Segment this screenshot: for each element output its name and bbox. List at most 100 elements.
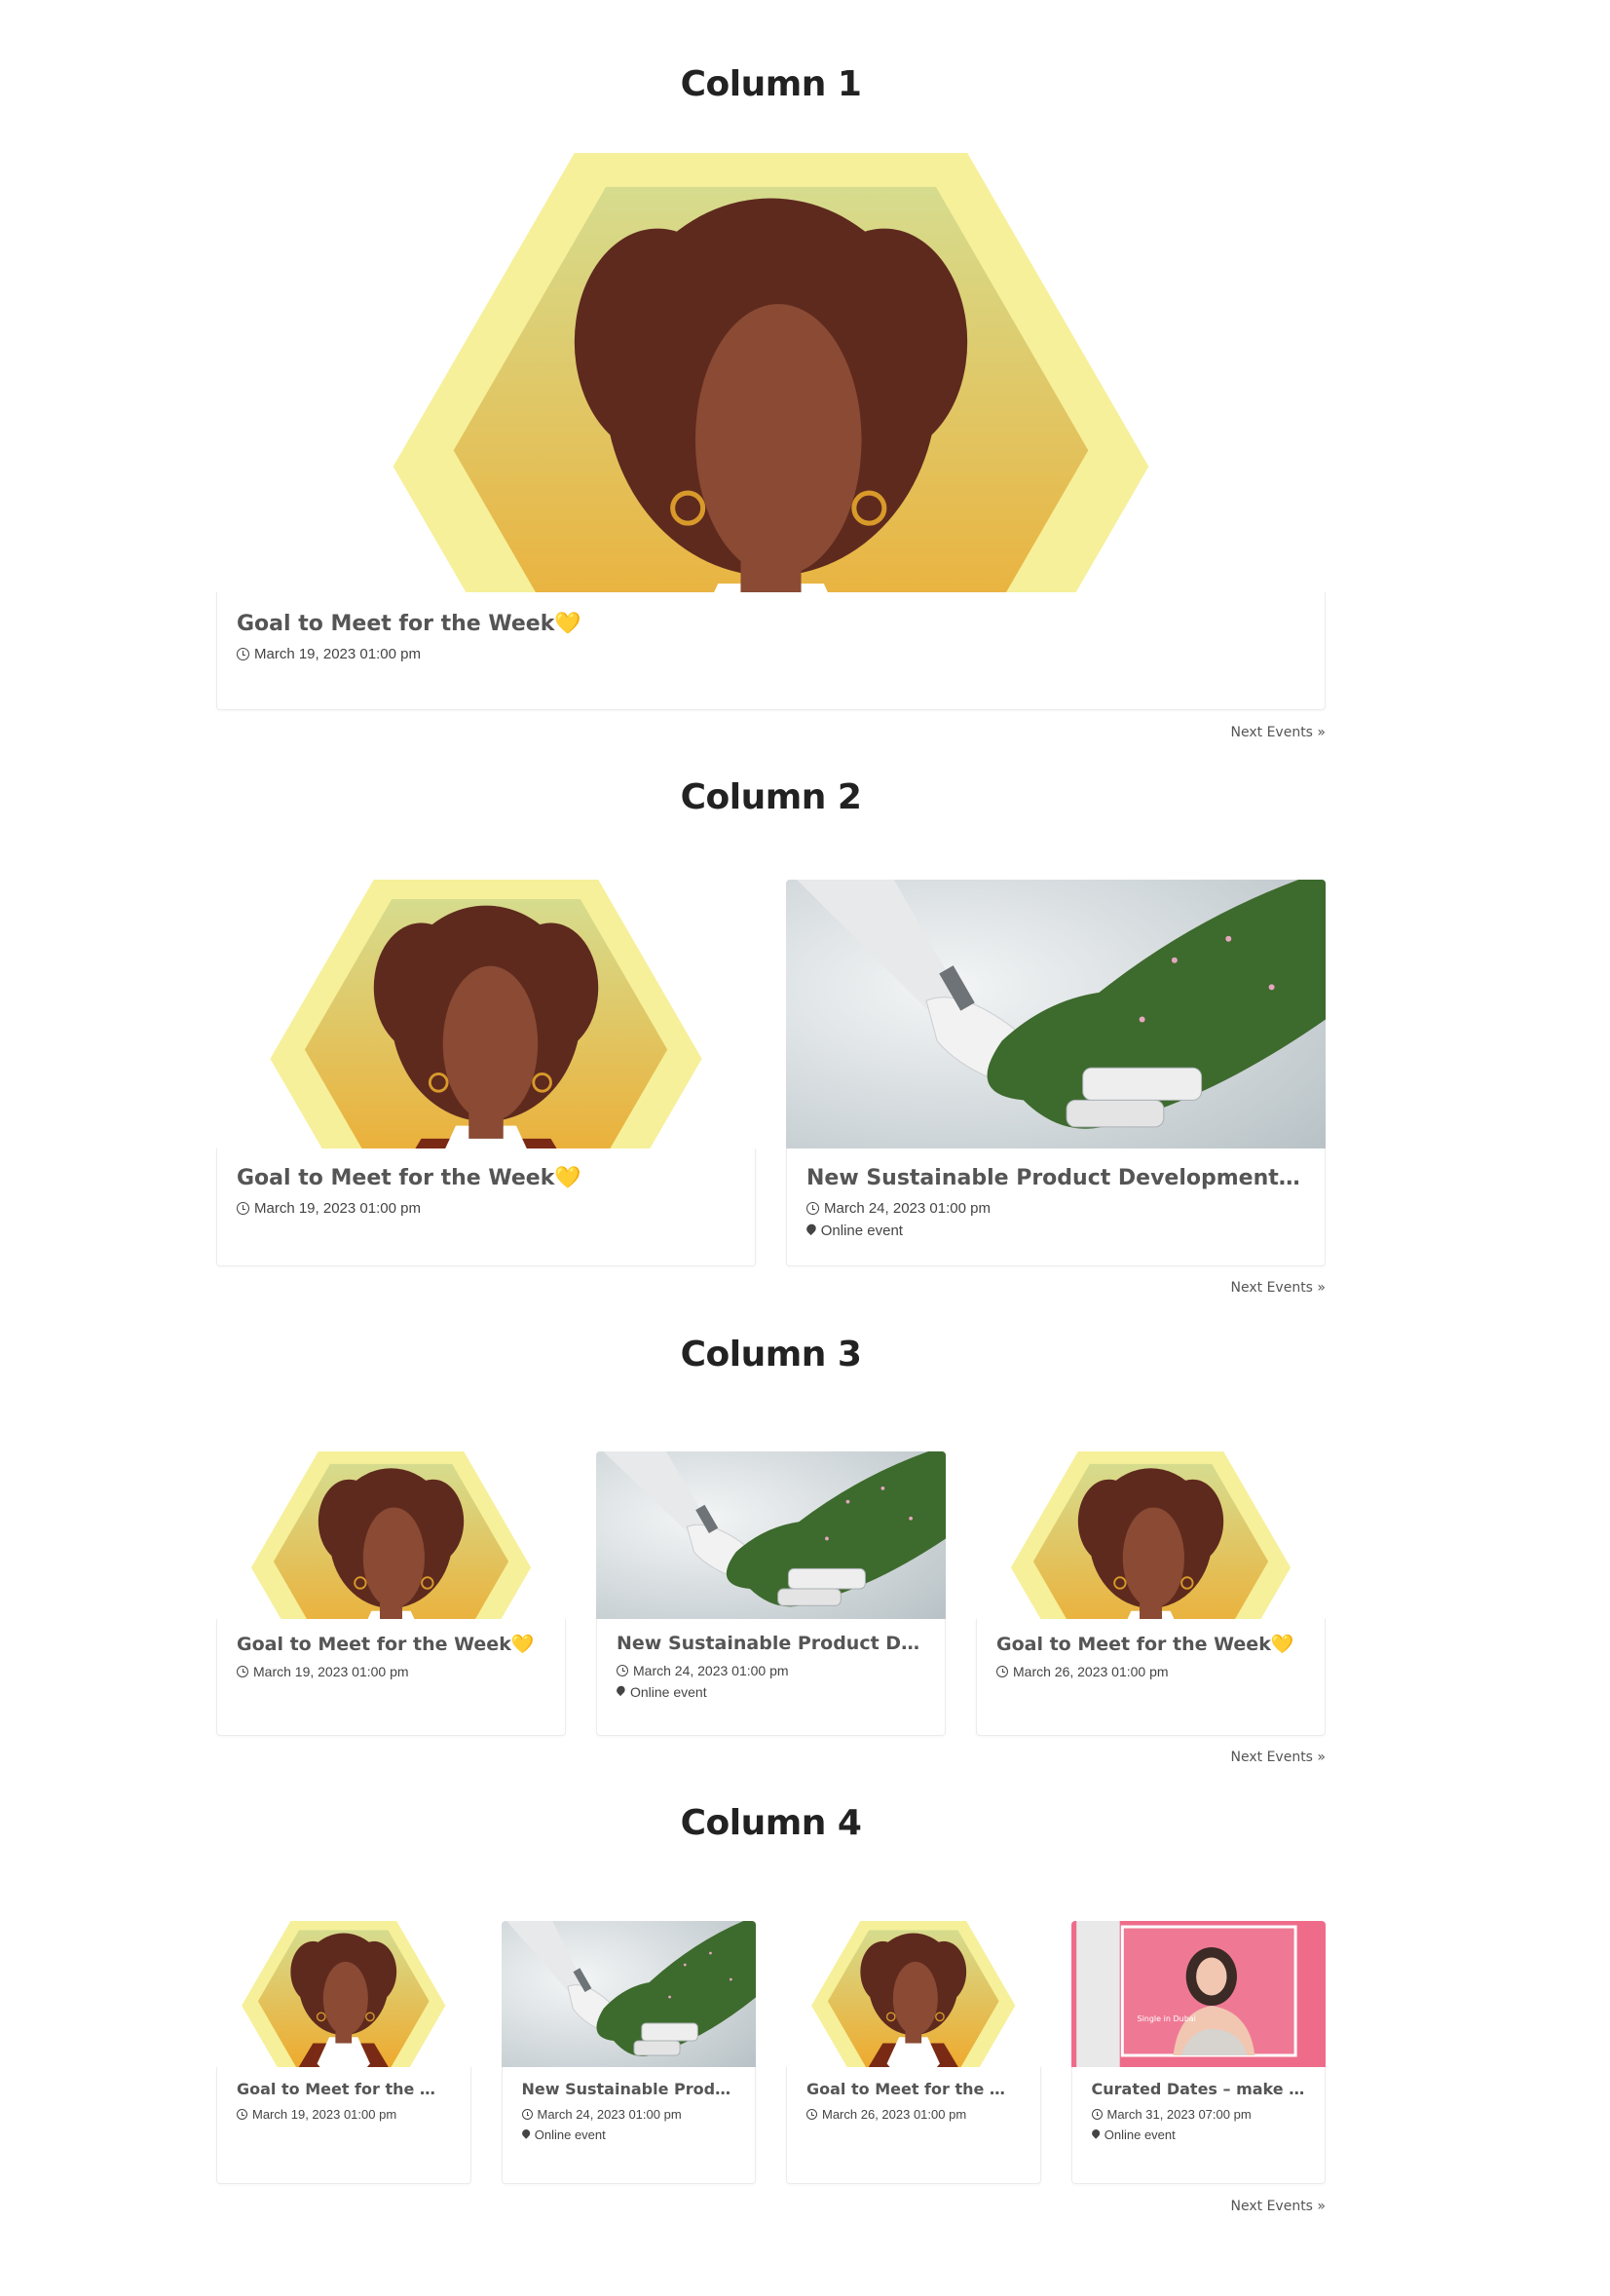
event-date: March 26, 2023 01:00 pm xyxy=(806,2107,1021,2122)
event-card[interactable]: Goal to Meet for the Week... March 19, 20… xyxy=(216,1921,471,2184)
event-image-robot-handshake[interactable] xyxy=(786,880,1326,1148)
section-title: Column 4 xyxy=(680,1803,862,1843)
event-date: March 26, 2023 01:00 pm xyxy=(996,1664,1305,1679)
next-events-link[interactable]: Next Events » xyxy=(1231,2199,1326,2214)
next-events-link[interactable]: Next Events » xyxy=(1231,725,1326,740)
section-title: Column 1 xyxy=(680,64,862,104)
event-card[interactable]: New Sustainable Product Development an..… xyxy=(786,880,1326,1266)
event-date-text: March 24, 2023 01:00 pm xyxy=(537,2107,682,2122)
event-card[interactable]: Goal to Meet for the Week💛 March 19, 2023… xyxy=(216,880,756,1266)
yellow-heart-icon: 💛 xyxy=(510,1634,535,1655)
event-title-text: Goal to Meet for the Week xyxy=(237,612,555,636)
event-date-text: March 19, 2023 01:00 pm xyxy=(253,1664,409,1679)
event-date: March 19, 2023 01:00 pm xyxy=(237,2107,451,2122)
map-pin-icon xyxy=(522,2129,530,2140)
event-location: Online event xyxy=(617,1684,925,1700)
event-title-text: Goal to Meet for the Week... xyxy=(237,2080,451,2098)
event-card-body: Goal to Meet for the Week💛 March 19, 2023… xyxy=(216,1619,566,1736)
section-title: Column 2 xyxy=(680,777,862,817)
image-caption: Single in Dubai xyxy=(1137,2014,1196,2023)
yellow-heart-icon: 💛 xyxy=(1270,1634,1294,1655)
event-title[interactable]: New Sustainable Product Development an..… xyxy=(806,1166,1305,1190)
event-title[interactable]: Goal to Meet for the Week... xyxy=(237,2080,451,2098)
event-card[interactable]: Goal to Meet for the Week💛 March 19, 2023… xyxy=(216,153,1326,710)
event-location-text: Online event xyxy=(820,1223,903,1239)
event-card[interactable]: New Sustainable Product Devel... March 24… xyxy=(596,1451,946,1736)
event-image-woman-avatar[interactable] xyxy=(216,1921,471,2067)
event-image-woman-avatar[interactable] xyxy=(216,1451,566,1619)
map-pin-icon xyxy=(806,1224,816,1237)
event-date: March 19, 2023 01:00 pm xyxy=(237,646,1305,662)
event-card-body: Goal to Meet for the Week💛 March 26, 2023… xyxy=(976,1619,1326,1736)
event-title[interactable]: Goal to Meet for the Week💛 xyxy=(237,612,1305,636)
event-date-text: March 26, 2023 01:00 pm xyxy=(822,2107,967,2122)
event-card[interactable]: New Sustainable Product ... March 24, 202… xyxy=(501,1921,756,2184)
event-card-body: Goal to Meet for the Week💛 March 19, 2023… xyxy=(216,1148,756,1266)
event-title-text: Goal to Meet for the Week xyxy=(237,1166,555,1190)
event-date: March 24, 2023 01:00 pm xyxy=(806,1200,1305,1217)
event-title[interactable]: Goal to Meet for the Week... xyxy=(806,2080,1021,2098)
event-title[interactable]: Goal to Meet for the Week💛 xyxy=(237,1633,545,1655)
event-title[interactable]: New Sustainable Product Devel... xyxy=(617,1633,925,1654)
event-title-text: Curated Dates – make mea... xyxy=(1091,2080,1306,2098)
event-title[interactable]: Goal to Meet for the Week💛 xyxy=(237,1166,735,1190)
event-title-text: New Sustainable Product Development an..… xyxy=(806,1166,1305,1190)
event-title-text: Goal to Meet for the Week xyxy=(237,1634,511,1655)
event-image-robot-handshake[interactable] xyxy=(501,1921,756,2067)
event-card[interactable]: Goal to Meet for the Week💛 March 19, 2023… xyxy=(216,1451,566,1736)
event-title-text: New Sustainable Product Devel... xyxy=(617,1633,925,1654)
event-title[interactable]: New Sustainable Product ... xyxy=(522,2080,736,2098)
event-image-woman-avatar[interactable] xyxy=(216,880,756,1148)
map-pin-icon xyxy=(1092,2129,1100,2140)
event-date: March 31, 2023 07:00 pm xyxy=(1091,2107,1306,2122)
section-title: Column 3 xyxy=(680,1335,862,1374)
event-image-woman-pink[interactable]: Single in Dubai xyxy=(1070,1921,1326,2067)
event-date: March 19, 2023 01:00 pm xyxy=(237,1664,545,1679)
clock-icon xyxy=(237,2109,247,2120)
event-date-text: March 19, 2023 01:00 pm xyxy=(252,2107,397,2122)
event-date: March 24, 2023 01:00 pm xyxy=(521,2107,736,2122)
event-date-text: March 31, 2023 07:00 pm xyxy=(1106,2107,1252,2122)
event-date-text: March 19, 2023 01:00 pm xyxy=(254,1200,421,1217)
event-title[interactable]: Curated Dates – make mea... xyxy=(1092,2080,1306,2098)
event-location: Online event xyxy=(806,1223,1305,1239)
event-location-text: Online event xyxy=(630,1684,707,1700)
event-card-body: Curated Dates – make mea... March 31, 202… xyxy=(1070,2067,1326,2184)
event-card-body: New Sustainable Product ... March 24, 202… xyxy=(501,2067,756,2184)
clock-icon xyxy=(806,1202,819,1215)
event-card-body: Goal to Meet for the Week💛 March 19, 2023… xyxy=(216,592,1326,710)
clock-icon xyxy=(617,1665,628,1676)
event-location-text: Online event xyxy=(534,2127,606,2142)
event-title-text: Goal to Meet for the Week xyxy=(996,1634,1271,1655)
event-card[interactable]: Single in Dubai Curated Dates – make mea.… xyxy=(1070,1921,1326,2184)
clock-icon xyxy=(237,1202,249,1215)
next-events-link[interactable]: Next Events » xyxy=(1231,1280,1326,1296)
event-card-body: Goal to Meet for the Week... March 26, 20… xyxy=(786,2067,1041,2184)
event-title-text: Goal to Meet for the Week... xyxy=(806,2080,1021,2098)
event-date: March 24, 2023 01:00 pm xyxy=(617,1663,925,1678)
event-location: Online event xyxy=(1092,2127,1306,2142)
event-title[interactable]: Goal to Meet for the Week💛 xyxy=(996,1633,1305,1655)
event-image-robot-handshake[interactable] xyxy=(596,1451,946,1619)
clock-icon xyxy=(237,648,249,660)
clock-icon xyxy=(996,1666,1008,1677)
event-date-text: March 26, 2023 01:00 pm xyxy=(1013,1664,1169,1679)
events-grid: Goal to Meet for the Week💛 March 19, 2023… xyxy=(216,1451,1326,1736)
event-date-text: March 19, 2023 01:00 pm xyxy=(254,646,421,662)
event-title-text: New Sustainable Product ... xyxy=(521,2080,736,2098)
events-grid: Goal to Meet for the Week💛 March 19, 2023… xyxy=(216,153,1326,710)
event-image-woman-avatar[interactable] xyxy=(976,1451,1326,1619)
event-date-text: March 24, 2023 01:00 pm xyxy=(633,1663,789,1678)
next-events-link[interactable]: Next Events » xyxy=(1231,1750,1326,1765)
event-card[interactable]: Goal to Meet for the Week💛 March 26, 2023… xyxy=(976,1451,1326,1736)
event-card[interactable]: Goal to Meet for the Week... March 26, 20… xyxy=(786,1921,1041,2184)
event-image-woman-avatar[interactable] xyxy=(786,1921,1041,2067)
event-card-body: New Sustainable Product Development an..… xyxy=(786,1148,1326,1266)
events-grid: Goal to Meet for the Week💛 March 19, 2023… xyxy=(216,880,1326,1266)
event-date-text: March 24, 2023 01:00 pm xyxy=(824,1200,991,1217)
event-image-woman-avatar[interactable] xyxy=(216,153,1326,592)
clock-icon xyxy=(1091,2109,1103,2120)
event-date: March 19, 2023 01:00 pm xyxy=(237,1200,735,1217)
clock-icon xyxy=(237,1666,248,1677)
clock-icon xyxy=(806,2109,817,2120)
